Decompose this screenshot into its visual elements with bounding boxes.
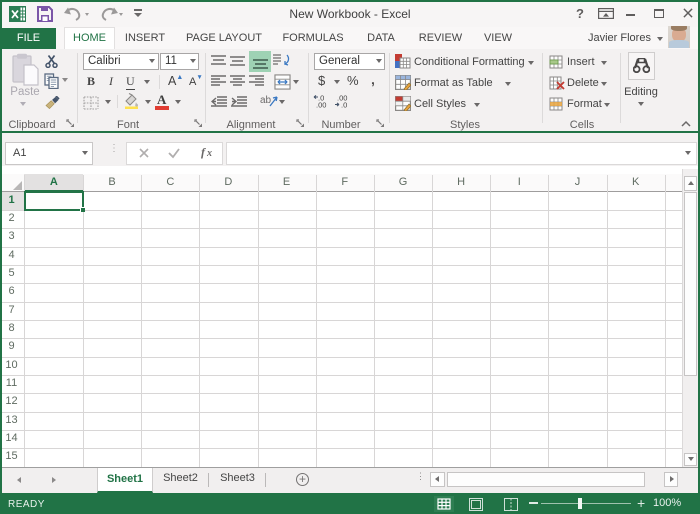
svg-text:.00: .00: [316, 101, 326, 109]
svg-text:.0: .0: [341, 101, 347, 109]
